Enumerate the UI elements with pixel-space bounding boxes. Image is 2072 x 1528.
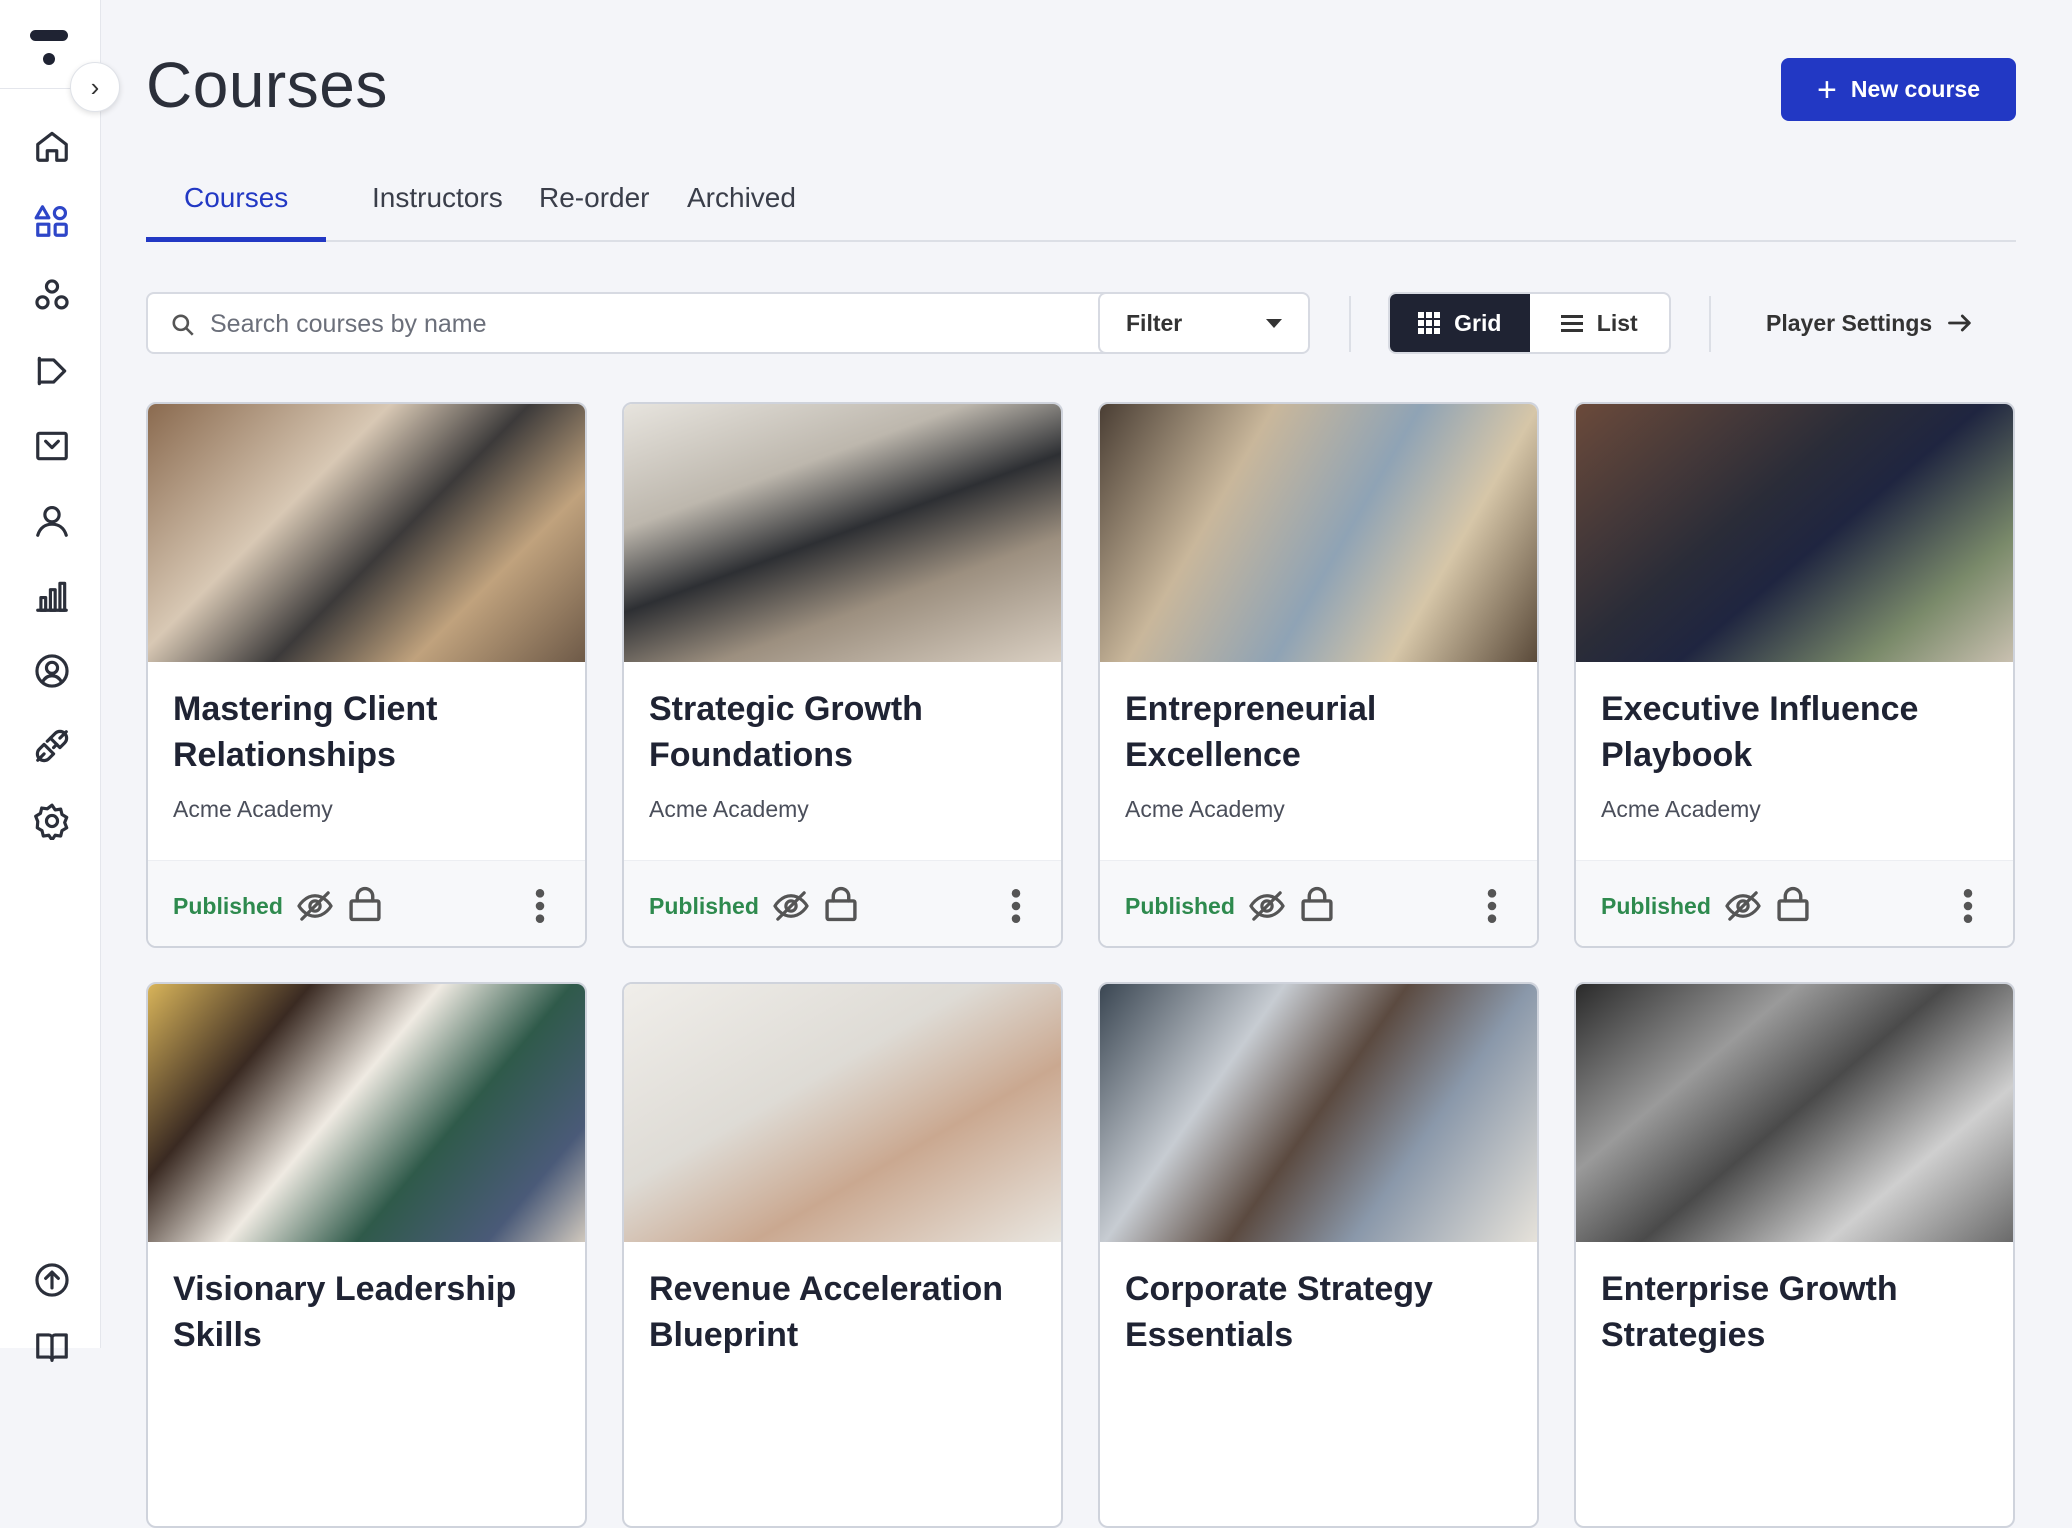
card-footer: Published <box>624 860 1061 946</box>
course-card[interactable]: Visionary Leadership Skills <box>146 982 587 1528</box>
chevron-right-icon: › <box>90 71 100 102</box>
course-title: Enterprise Growth Strategies <box>1601 1270 1898 1354</box>
page-title: Courses <box>146 49 388 121</box>
more-vertical-icon[interactable] <box>533 887 547 925</box>
tab-courses[interactable]: Courses <box>146 178 327 242</box>
caret-down-icon <box>1266 318 1282 328</box>
course-card[interactable]: Enterprise Growth Strategies <box>1574 982 2015 1528</box>
analytics-icon[interactable] <box>26 570 78 622</box>
player-settings-label: Player Settings <box>1766 309 1933 336</box>
course-title: Executive Influence Playbook <box>1601 690 1919 774</box>
course-card[interactable]: Revenue Acceleration Blueprint <box>622 982 1063 1528</box>
more-vertical-icon[interactable] <box>1009 887 1023 925</box>
course-grid: Mastering Client Relationships Acme Acad… <box>146 402 2026 1528</box>
search-field[interactable] <box>146 292 1147 354</box>
search-input[interactable] <box>210 304 1110 344</box>
inbox-icon[interactable] <box>26 420 78 472</box>
list-label: List <box>1596 309 1638 336</box>
lock-icon[interactable] <box>348 885 382 923</box>
course-thumbnail <box>148 984 585 1242</box>
view-toggle: Grid List <box>1388 292 1671 354</box>
integrations-icon[interactable] <box>26 720 78 772</box>
new-course-label: New course <box>1850 76 1980 102</box>
list-view-button[interactable]: List <box>1530 294 1670 352</box>
course-thumbnail <box>148 404 585 662</box>
course-thumbnail <box>624 404 1061 662</box>
card-footer: Published <box>148 860 585 946</box>
shapes-icon[interactable] <box>26 195 78 247</box>
sidebar <box>0 0 101 1362</box>
lock-icon[interactable] <box>1300 885 1334 923</box>
upload-icon[interactable] <box>26 1254 78 1306</box>
course-thumbnail <box>1100 984 1537 1242</box>
lock-icon[interactable] <box>1776 885 1810 923</box>
more-vertical-icon[interactable] <box>1485 887 1499 925</box>
user-icon[interactable] <box>26 495 78 547</box>
more-vertical-icon[interactable] <box>1961 887 1975 925</box>
status-badge: Published <box>173 893 283 919</box>
course-title: Mastering Client Relationships <box>173 690 438 774</box>
course-title: Corporate Strategy Essentials <box>1125 1270 1433 1354</box>
course-title: Strategic Growth Foundations <box>649 690 923 774</box>
card-footer: Published <box>1576 860 2013 946</box>
course-thumbnail <box>1100 404 1537 662</box>
grid-view-button[interactable]: Grid <box>1390 294 1530 352</box>
course-title: Entrepreneurial Excellence <box>1125 690 1377 774</box>
community-icon[interactable] <box>26 270 78 322</box>
card-footer: Published <box>1100 860 1537 946</box>
course-thumbnail <box>1576 404 2013 662</box>
course-card[interactable]: Mastering Client Relationships Acme Acad… <box>146 402 587 948</box>
eye-off-icon[interactable] <box>296 889 334 923</box>
main-content: Courses + New course Courses Instructors… <box>101 0 2072 1528</box>
logo[interactable] <box>26 26 72 72</box>
grid-label: Grid <box>1454 309 1502 336</box>
course-title: Visionary Leadership Skills <box>173 1270 517 1354</box>
tab-archived[interactable]: Archived <box>649 178 834 242</box>
eye-off-icon[interactable] <box>772 889 810 923</box>
eye-off-icon[interactable] <box>1248 889 1286 923</box>
toolbar-divider <box>1349 296 1351 352</box>
arrow-right-icon <box>1948 314 1971 332</box>
course-title: Revenue Acceleration Blueprint <box>649 1270 1003 1354</box>
sidebar-expand-button[interactable]: › <box>70 62 120 112</box>
new-course-button[interactable]: + New course <box>1781 58 2016 121</box>
book-icon[interactable] <box>26 1320 78 1372</box>
list-icon <box>1560 314 1583 332</box>
course-card[interactable]: Corporate Strategy Essentials <box>1098 982 1539 1528</box>
megaphone-icon[interactable] <box>26 345 78 397</box>
filter-label: Filter <box>1126 309 1183 336</box>
plus-icon: + <box>1817 70 1837 109</box>
home-icon[interactable] <box>26 120 78 172</box>
account-circle-icon[interactable] <box>26 645 78 697</box>
status-badge: Published <box>649 893 759 919</box>
settings-icon[interactable] <box>26 795 78 847</box>
status-badge: Published <box>1125 893 1235 919</box>
toolbar-divider <box>1709 296 1711 352</box>
course-author: Acme Academy <box>1601 796 1761 822</box>
course-card[interactable]: Strategic Growth Foundations Acme Academ… <box>622 402 1063 948</box>
course-card[interactable]: Entrepreneurial Excellence Acme Academy … <box>1098 402 1539 948</box>
course-author: Acme Academy <box>649 796 809 822</box>
search-icon <box>172 314 194 336</box>
course-author: Acme Academy <box>1125 796 1285 822</box>
filter-dropdown[interactable]: Filter <box>1098 292 1310 354</box>
course-card[interactable]: Executive Influence Playbook Acme Academ… <box>1574 402 2015 948</box>
grid-icon <box>1418 312 1441 334</box>
lock-icon[interactable] <box>824 885 858 923</box>
toolbar: Filter Grid List Player Settings <box>146 292 2016 356</box>
course-thumbnail <box>1576 984 2013 1242</box>
course-thumbnail <box>624 984 1061 1242</box>
eye-off-icon[interactable] <box>1724 889 1762 923</box>
course-author: Acme Academy <box>173 796 333 822</box>
player-settings-link[interactable]: Player Settings <box>1766 292 1974 354</box>
status-badge: Published <box>1601 893 1711 919</box>
tab-bar: Courses Instructors Re-order Archived <box>146 170 2016 242</box>
